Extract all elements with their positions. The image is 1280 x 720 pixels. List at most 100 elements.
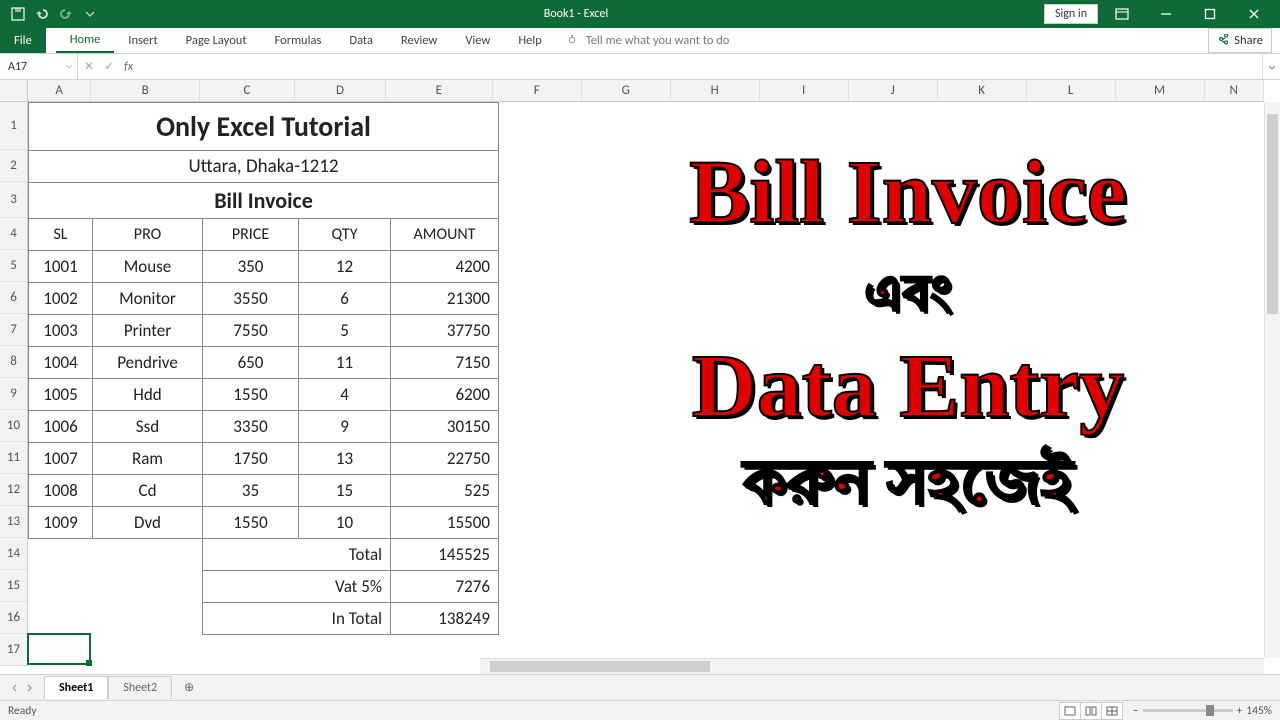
column-header-c[interactable]: C bbox=[200, 80, 295, 101]
th-pro[interactable]: PRO bbox=[93, 219, 203, 251]
sheet-tab-1[interactable]: Sheet1 bbox=[44, 676, 108, 699]
th-qty[interactable]: QTY bbox=[299, 219, 391, 251]
invoice-title[interactable]: Only Excel Tutorial bbox=[29, 103, 499, 151]
cell-sl-0[interactable]: 1001 bbox=[29, 251, 93, 283]
formula-expand-icon[interactable] bbox=[1262, 54, 1280, 79]
total-value[interactable]: 145525 bbox=[391, 539, 499, 571]
sheet-nav[interactable] bbox=[0, 683, 44, 693]
cell-amount-8[interactable]: 15500 bbox=[391, 507, 499, 539]
cell-price-2[interactable]: 7550 bbox=[203, 315, 299, 347]
tab-file[interactable]: File bbox=[0, 28, 46, 53]
cell-sl-2[interactable]: 1003 bbox=[29, 315, 93, 347]
row-header-8[interactable]: 8 bbox=[0, 346, 27, 378]
cell-amount-7[interactable]: 525 bbox=[391, 475, 499, 507]
cell-sl-6[interactable]: 1007 bbox=[29, 443, 93, 475]
zoom-controls[interactable]: − + 145% bbox=[1133, 704, 1272, 718]
select-all-corner[interactable] bbox=[0, 80, 28, 102]
cell-price-6[interactable]: 1750 bbox=[203, 443, 299, 475]
cell-qty-3[interactable]: 11 bbox=[299, 347, 391, 379]
ribbon-display-options-icon[interactable] bbox=[1102, 0, 1142, 28]
cell-sl-4[interactable]: 1005 bbox=[29, 379, 93, 411]
qat-customize-icon[interactable] bbox=[82, 6, 98, 22]
row-header-3[interactable]: 3 bbox=[0, 182, 27, 218]
tab-review[interactable]: Review bbox=[387, 28, 451, 53]
pagebreak-view-icon[interactable] bbox=[1101, 702, 1123, 720]
cell-pro-8[interactable]: Dvd bbox=[93, 507, 203, 539]
share-button[interactable]: Share bbox=[1208, 28, 1272, 53]
horizontal-scrollbar[interactable] bbox=[480, 658, 1264, 674]
tab-help[interactable]: Help bbox=[504, 28, 555, 53]
cell-price-3[interactable]: 650 bbox=[203, 347, 299, 379]
sheet-tab-2[interactable]: Sheet2 bbox=[108, 676, 172, 699]
cell-price-1[interactable]: 3550 bbox=[203, 283, 299, 315]
cell-price-5[interactable]: 3350 bbox=[203, 411, 299, 443]
intotal-label[interactable]: In Total bbox=[203, 603, 391, 635]
cell-amount-1[interactable]: 21300 bbox=[391, 283, 499, 315]
sign-in-button[interactable]: Sign in bbox=[1044, 4, 1098, 24]
column-header-n[interactable]: N bbox=[1205, 80, 1264, 101]
cell-price-4[interactable]: 1550 bbox=[203, 379, 299, 411]
save-icon[interactable] bbox=[10, 6, 26, 22]
row-headers[interactable]: 1234567891011121314151617 bbox=[0, 102, 28, 666]
cell-sl-5[interactable]: 1006 bbox=[29, 411, 93, 443]
th-sl[interactable]: SL bbox=[29, 219, 93, 251]
row-header-2[interactable]: 2 bbox=[0, 150, 27, 182]
column-headers[interactable]: ABCDEFGHIJKLMN bbox=[28, 80, 1264, 102]
cell-qty-6[interactable]: 13 bbox=[299, 443, 391, 475]
row-header-15[interactable]: 15 bbox=[0, 570, 27, 602]
column-header-g[interactable]: G bbox=[582, 80, 671, 101]
row-header-4[interactable]: 4 bbox=[0, 218, 27, 250]
tell-me-search[interactable]: Tell me what you want to do bbox=[566, 28, 730, 53]
name-box[interactable]: A17 bbox=[0, 54, 78, 79]
tab-data[interactable]: Data bbox=[335, 28, 387, 53]
cancel-icon[interactable]: ✕ bbox=[84, 59, 94, 74]
formula-input[interactable] bbox=[139, 54, 1262, 79]
vertical-scrollbar[interactable] bbox=[1264, 102, 1280, 658]
cell-qty-1[interactable]: 6 bbox=[299, 283, 391, 315]
row-header-14[interactable]: 14 bbox=[0, 538, 27, 570]
add-sheet-button[interactable]: ⊕ bbox=[178, 677, 200, 699]
row-header-11[interactable]: 11 bbox=[0, 442, 27, 474]
zoom-level[interactable]: 145% bbox=[1246, 704, 1272, 718]
vat-value[interactable]: 7276 bbox=[391, 571, 499, 603]
cell-sl-7[interactable]: 1008 bbox=[29, 475, 93, 507]
th-amount[interactable]: AMOUNT bbox=[391, 219, 499, 251]
spreadsheet-grid[interactable]: ABCDEFGHIJKLMN 1234567891011121314151617… bbox=[0, 80, 1280, 674]
cell-pro-6[interactable]: Ram bbox=[93, 443, 203, 475]
cells-area[interactable]: Only Excel Tutorial Uttara, Dhaka-1212 B… bbox=[28, 102, 1264, 658]
redo-icon[interactable] bbox=[58, 6, 74, 22]
vat-label[interactable]: Vat 5% bbox=[203, 571, 391, 603]
cell-qty-8[interactable]: 10 bbox=[299, 507, 391, 539]
tab-insert[interactable]: Insert bbox=[114, 28, 171, 53]
column-header-j[interactable]: J bbox=[849, 80, 938, 101]
tab-formulas[interactable]: Formulas bbox=[261, 28, 336, 53]
cell-amount-3[interactable]: 7150 bbox=[391, 347, 499, 379]
column-header-l[interactable]: L bbox=[1027, 80, 1116, 101]
invoice-heading[interactable]: Bill Invoice bbox=[29, 183, 499, 219]
cell-pro-1[interactable]: Monitor bbox=[93, 283, 203, 315]
row-header-17[interactable]: 17 bbox=[0, 634, 27, 666]
zoom-in-icon[interactable]: + bbox=[1237, 704, 1243, 718]
horizontal-scroll-thumb[interactable] bbox=[490, 661, 710, 672]
cell-qty-7[interactable]: 15 bbox=[299, 475, 391, 507]
enter-icon[interactable]: ✓ bbox=[104, 59, 114, 74]
vertical-scroll-thumb[interactable] bbox=[1267, 114, 1278, 314]
cell-sl-3[interactable]: 1004 bbox=[29, 347, 93, 379]
zoom-slider[interactable] bbox=[1143, 709, 1233, 712]
fx-icon[interactable]: fx bbox=[124, 60, 133, 74]
cell-price-8[interactable]: 1550 bbox=[203, 507, 299, 539]
invoice-address[interactable]: Uttara, Dhaka-1212 bbox=[29, 151, 499, 183]
row-header-7[interactable]: 7 bbox=[0, 314, 27, 346]
tab-view[interactable]: View bbox=[451, 28, 504, 53]
minimize-icon[interactable] bbox=[1146, 0, 1186, 28]
column-header-h[interactable]: H bbox=[671, 80, 760, 101]
cell-pro-3[interactable]: Pendrive bbox=[93, 347, 203, 379]
view-shortcuts[interactable] bbox=[1060, 702, 1123, 720]
close-icon[interactable] bbox=[1234, 0, 1274, 28]
cell-qty-5[interactable]: 9 bbox=[299, 411, 391, 443]
cell-qty-4[interactable]: 4 bbox=[299, 379, 391, 411]
cell-pro-7[interactable]: Cd bbox=[93, 475, 203, 507]
cell-pro-5[interactable]: Ssd bbox=[93, 411, 203, 443]
zoom-out-icon[interactable]: − bbox=[1133, 704, 1139, 718]
row-header-16[interactable]: 16 bbox=[0, 602, 27, 634]
